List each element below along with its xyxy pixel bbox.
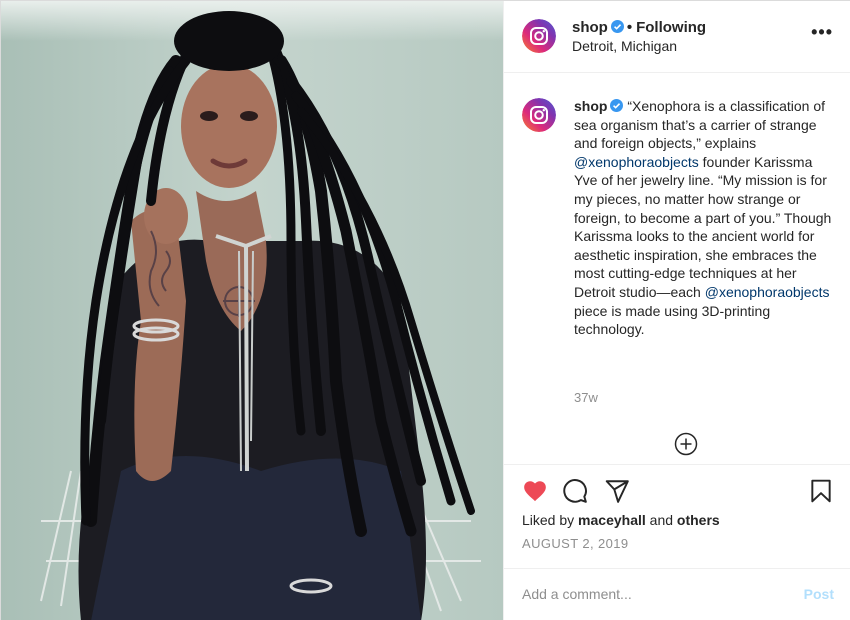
post-side-panel: shop • Following Detroit, Michigan ••• s… xyxy=(503,1,850,620)
share-icon[interactable] xyxy=(604,478,630,504)
caption-username[interactable]: shop xyxy=(574,98,607,114)
post-photo[interactable] xyxy=(1,1,503,620)
and-label: and xyxy=(649,512,674,528)
comment-icon[interactable] xyxy=(562,478,588,504)
instagram-logo-icon xyxy=(522,98,556,132)
caption-timestamp[interactable]: 37w xyxy=(574,390,598,405)
caption-body: founder Karissma Yve of her jewelry line… xyxy=(574,153,832,300)
following-button[interactable]: Following xyxy=(636,19,706,36)
caption-body: piece is made using 3D-printing technolo… xyxy=(574,302,771,338)
avatar[interactable] xyxy=(522,19,556,53)
instagram-logo-icon xyxy=(522,19,556,53)
username-link[interactable]: shop xyxy=(572,19,608,36)
plus-circle-icon[interactable] xyxy=(674,432,698,456)
others-link[interactable]: others xyxy=(677,512,720,528)
actions-section: Liked by maceyhall and others AUGUST 2, … xyxy=(504,465,850,569)
caption-section: shop “Xenophora is a classification of s… xyxy=(504,73,850,465)
caption-avatar[interactable] xyxy=(522,98,556,132)
header-title: shop • Following xyxy=(572,19,706,36)
liked-by-label: Liked by xyxy=(522,512,575,528)
mention-link[interactable]: @xenophoraobjects xyxy=(574,154,699,170)
comment-box: Post xyxy=(504,569,850,620)
caption-text: shop “Xenophora is a classification of s… xyxy=(574,97,836,339)
post-header: shop • Following Detroit, Michigan ••• xyxy=(504,1,850,73)
portrait-image xyxy=(1,1,503,620)
more-options-icon[interactable]: ••• xyxy=(811,23,833,41)
likes-summary: Liked by maceyhall and others xyxy=(522,512,720,528)
comment-input[interactable] xyxy=(522,583,782,605)
verified-badge-icon xyxy=(610,99,624,112)
heart-icon[interactable] xyxy=(522,478,548,504)
liker-username-link[interactable]: maceyhall xyxy=(578,512,646,528)
separator-dot: • xyxy=(626,19,633,36)
location-link[interactable]: Detroit, Michigan xyxy=(572,38,677,54)
post-button[interactable]: Post xyxy=(804,583,834,605)
bookmark-icon[interactable] xyxy=(808,478,834,504)
verified-badge-icon xyxy=(610,20,624,33)
instagram-post: shop • Following Detroit, Michigan ••• s… xyxy=(0,0,850,620)
mention-link[interactable]: @xenophoraobjects xyxy=(705,284,830,300)
post-date[interactable]: AUGUST 2, 2019 xyxy=(522,536,629,551)
